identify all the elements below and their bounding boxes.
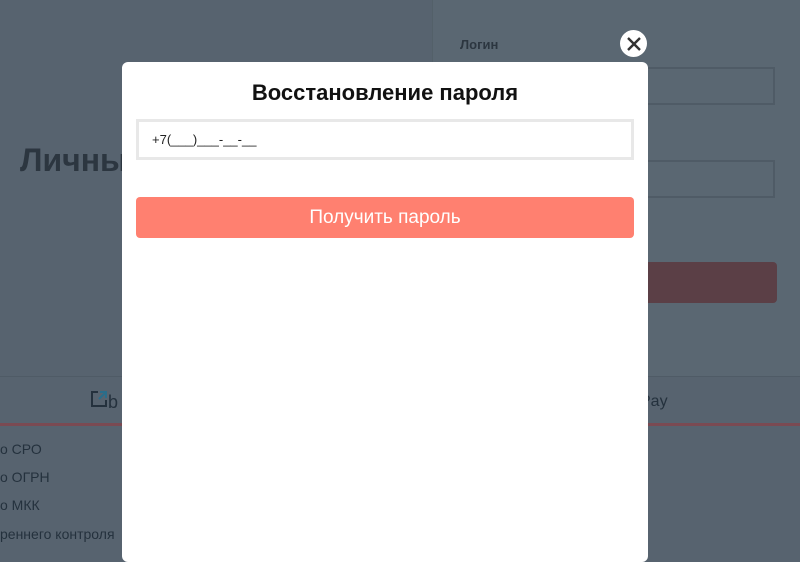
- external-link-icon: [91, 391, 107, 407]
- close-icon: [626, 36, 641, 51]
- footer-link[interactable]: о МКК: [0, 497, 40, 513]
- password-recovery-modal: Восстановление пароля Получить пароль: [122, 62, 648, 562]
- external-link[interactable]: b: [90, 390, 118, 413]
- external-link-label: b: [108, 392, 119, 412]
- get-password-button[interactable]: Получить пароль: [136, 197, 634, 238]
- footer-link[interactable]: реннего контроля: [0, 526, 115, 542]
- footer-link[interactable]: о СРО: [0, 441, 42, 457]
- close-button[interactable]: [620, 30, 647, 57]
- phone-input[interactable]: [136, 119, 634, 160]
- modal-title: Восстановление пароля: [251, 80, 519, 105]
- page-title: Личны: [20, 142, 128, 178]
- footer-link[interactable]: о ОГРН: [0, 469, 50, 485]
- login-label: Логин: [460, 37, 499, 52]
